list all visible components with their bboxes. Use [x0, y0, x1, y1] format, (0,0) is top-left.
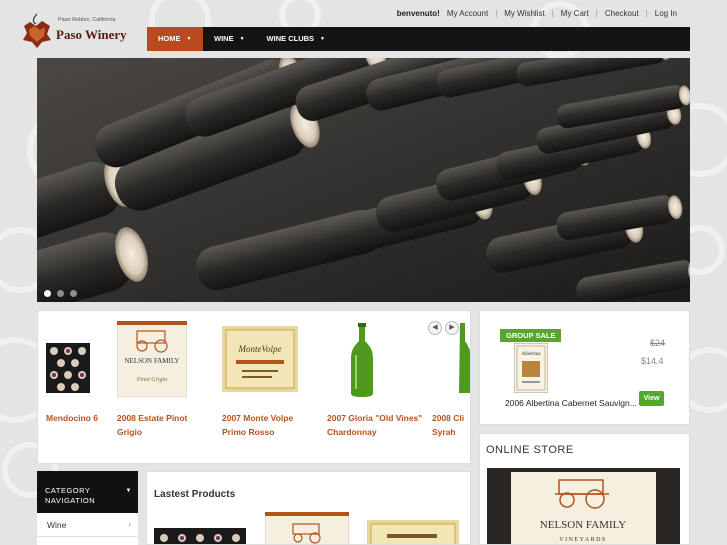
- category-item-label: Wine: [47, 520, 67, 530]
- label-text: NELSON FAMILY: [540, 519, 626, 531]
- caret-down-icon: ▼: [239, 36, 245, 43]
- product-title-line: 2007 Monte Volpe: [222, 413, 294, 423]
- svg-text:Pinot Grigio: Pinot Grigio: [136, 377, 168, 383]
- online-store-heading: ONLINE STORE: [486, 444, 574, 456]
- hero-slider[interactable]: [37, 58, 690, 302]
- product-thumbnail: MonteVolpe: [222, 326, 298, 392]
- main-nav: HOME ▼ WINE ▼ WINE CLUBS ▼: [147, 27, 690, 51]
- product-thumbnail: [46, 343, 90, 393]
- top-links: benvenuto! My Account | My Wishlist | My…: [397, 9, 677, 18]
- group-sale-product-name[interactable]: 2006 Albertina Cabernet Sauvign...: [505, 398, 637, 408]
- sale-price: $14.4: [641, 356, 664, 366]
- nav-item-wine[interactable]: WINE ▼: [203, 27, 256, 51]
- site-logo[interactable]: Paso Robles, California Paso Winery: [20, 12, 145, 54]
- divider: |: [495, 9, 498, 18]
- nav-item-home[interactable]: HOME ▼: [147, 27, 203, 51]
- product-thumbnail: NELSON FAMILY Pinot Grigio: [117, 321, 187, 397]
- slider-dot[interactable]: [57, 290, 64, 297]
- product-title-line: Mendocino 6: [46, 413, 98, 423]
- caret-down-icon: ▼: [320, 36, 325, 43]
- brand-name: Paso Winery: [56, 27, 127, 42]
- grape-leaf-logo-icon: [23, 13, 51, 48]
- latest-product-thumbnail[interactable]: [154, 528, 246, 545]
- product-title-line: 2007 Gloria "Old Vines": [327, 413, 423, 423]
- category-nav-title: NAVIGATION: [45, 496, 96, 505]
- slider-dot[interactable]: [70, 290, 77, 297]
- my-cart-link[interactable]: My Cart: [561, 9, 589, 18]
- product-title[interactable]: 2008 Cli Syrah: [432, 411, 464, 439]
- caret-down-icon: ▼: [125, 488, 132, 494]
- category-navigation: CATEGORY NAVIGATION ▼ Wine ›: [37, 471, 138, 545]
- category-nav-title: CATEGORY: [45, 486, 91, 495]
- category-item-wine[interactable]: Wine ›: [37, 513, 138, 537]
- divider: |: [595, 9, 598, 18]
- product-title-line: 2008 Estate Pinot: [117, 413, 188, 423]
- nav-item-wine-clubs[interactable]: WINE CLUBS ▼: [256, 27, 336, 51]
- product-thumbnail: [351, 323, 373, 397]
- chevron-right-icon: ›: [128, 520, 131, 529]
- divider: |: [645, 9, 648, 18]
- slider-dots: [44, 290, 77, 297]
- group-sale-panel: GROUP SALE Albertina $24 $14.4 2006 Albe…: [479, 310, 690, 425]
- latest-products-panel: Lastest Products: [146, 471, 471, 545]
- caret-down-icon: ▼: [186, 36, 192, 43]
- group-sale-thumbnail: Albertina: [514, 343, 548, 393]
- label-text: Albertina: [522, 352, 542, 357]
- product-title-line: Primo Rosso: [222, 427, 275, 437]
- nelson-family-label-image: NELSON FAMILY VINEYARDS: [487, 468, 680, 544]
- latest-product-thumbnail[interactable]: [265, 512, 349, 545]
- divider: |: [551, 9, 554, 18]
- product-title-line: Syrah: [432, 427, 456, 437]
- product-title-line: Chardonnay: [327, 427, 377, 437]
- label-text: VINEYARDS: [559, 537, 607, 543]
- product-title[interactable]: 2007 Monte Volpe Primo Rosso: [222, 411, 293, 439]
- group-sale-badge: GROUP SALE: [500, 329, 562, 342]
- product-title[interactable]: Mendocino 6: [46, 411, 98, 425]
- greeting-text: benvenuto!: [396, 9, 440, 18]
- nav-item-label: WINE CLUBS: [266, 34, 315, 43]
- category-nav-header[interactable]: CATEGORY NAVIGATION ▼: [37, 471, 138, 513]
- latest-products-heading: Lastest Products: [154, 489, 236, 500]
- old-price: $24: [650, 338, 666, 348]
- product-title[interactable]: 2007 Gloria "Old Vines" Chardonnay: [327, 411, 422, 439]
- slider-dot[interactable]: [44, 290, 51, 297]
- wine-bottles-image: [37, 58, 690, 302]
- my-account-link[interactable]: My Account: [447, 9, 488, 18]
- latest-product-thumbnail[interactable]: [367, 520, 459, 545]
- product-title-line: Grigio: [117, 427, 143, 437]
- login-link[interactable]: Log In: [655, 9, 677, 18]
- brand-tagline: Paso Robles, California: [58, 17, 116, 23]
- product-thumbnail: [459, 323, 470, 393]
- product-title[interactable]: 2008 Estate Pinot Grigio: [117, 411, 187, 439]
- my-wishlist-link[interactable]: My Wishlist: [504, 9, 544, 18]
- online-store-panel: ONLINE STORE NELSON FAMILY VINEYARDS: [479, 433, 690, 545]
- checkout-link[interactable]: Checkout: [605, 9, 639, 18]
- view-button[interactable]: View: [639, 391, 664, 406]
- online-store-banner[interactable]: NELSON FAMILY VINEYARDS: [487, 468, 680, 544]
- product-title-line: 2008 Cli: [432, 413, 465, 423]
- nav-item-label: HOME: [158, 34, 181, 43]
- label-text: MonteVolpe: [238, 344, 282, 354]
- product-carousel: ◀ ▶ Mendocino 6 NELSON FAMILY Pinot Grig…: [37, 310, 471, 464]
- nav-item-label: WINE: [214, 34, 234, 43]
- label-text: NELSON FAMILY: [125, 357, 180, 365]
